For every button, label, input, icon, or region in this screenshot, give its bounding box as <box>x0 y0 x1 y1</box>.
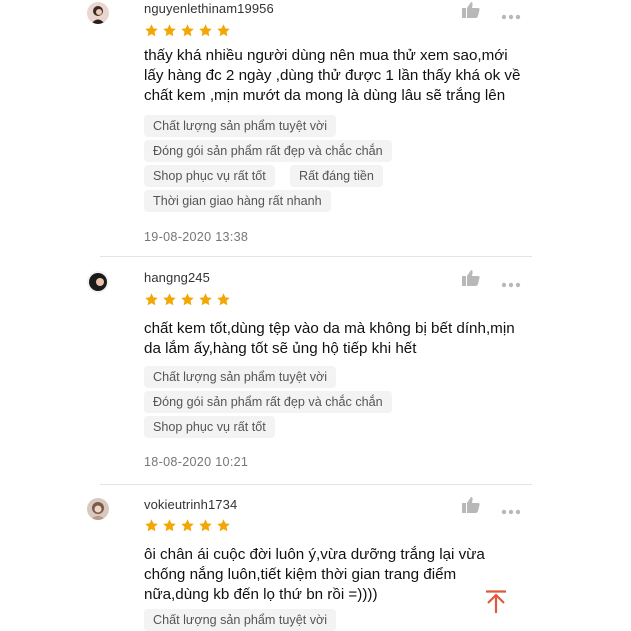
star-icon <box>181 519 194 532</box>
review-tag: Thời gian giao hàng rất nhanh <box>144 190 331 212</box>
review-text-line: chống nắng luôn,tiết kiệm thời gian tran… <box>144 566 457 583</box>
review-text-line: chất kem ,mịn mướt da mong là dùng lâu s… <box>144 87 506 104</box>
review-tag: Chất lượng sản phẩm tuyệt vời <box>144 366 337 388</box>
reviewer-username[interactable]: hangng245 <box>144 270 210 285</box>
star-icon <box>217 24 230 37</box>
star-icon <box>145 24 158 37</box>
star-icon <box>217 519 230 532</box>
like-icon[interactable] <box>462 497 480 513</box>
review-tag: Chất lượng sản phẩm tuyệt vời <box>144 609 337 631</box>
review-text: thấy khá nhiều người dùng nên mua thử xe… <box>144 46 524 106</box>
like-icon[interactable] <box>462 270 480 286</box>
reviewer-username[interactable]: nguyenlethinam19956 <box>144 1 274 16</box>
review-tag: Chất lượng sản phẩm tuyệt vời <box>144 115 337 137</box>
avatar[interactable] <box>87 271 109 293</box>
star-icon <box>163 519 176 532</box>
more-options-icon[interactable] <box>501 502 521 515</box>
review-text: chất kem tốt,dùng tệp vào da mà không bị… <box>144 319 524 359</box>
review-text-line: thấy khá nhiều người dùng nên mua thử xe… <box>144 47 508 64</box>
avatar[interactable] <box>87 498 109 520</box>
star-rating <box>144 518 231 534</box>
scroll-to-top-icon[interactable] <box>485 590 507 614</box>
review-text-line: nữa,dùng kb đến lọ thứ bn rồi =)))) <box>144 586 378 603</box>
review-card: hangng245 chất kem tốt,dùng tệp vào da m… <box>87 268 532 488</box>
star-icon <box>181 293 194 306</box>
review-tag: Đóng gói sản phẩm rất đẹp và chắc chắn <box>144 391 392 413</box>
review-text-line: chất kem tốt,dùng tệp vào da mà không bị… <box>144 320 515 337</box>
reviewer-username[interactable]: vokieutrinh1734 <box>144 497 237 512</box>
divider <box>100 256 532 257</box>
review-text-line: lấy hàng đc 2 ngày ,dùng thử được 1 lần … <box>144 67 521 84</box>
review-date: 19-08-2020 13:38 <box>144 230 249 244</box>
star-icon <box>181 24 194 37</box>
star-icon <box>145 293 158 306</box>
more-options-icon[interactable] <box>501 275 521 288</box>
avatar[interactable] <box>87 2 109 24</box>
review-tag: Shop phục vụ rất tốt <box>144 165 275 187</box>
more-options-icon[interactable] <box>501 7 521 20</box>
review-tag: Rất đáng tiền <box>290 165 383 187</box>
divider <box>100 484 532 485</box>
review-text: ôi chân ái cuộc đời luôn ý,vừa dưỡng trắ… <box>144 545 524 605</box>
star-icon <box>163 293 176 306</box>
review-text-line: da lắm ấy,hàng tốt sẽ ủng hộ tiếp khi hế… <box>144 340 417 357</box>
review-card: vokieutrinh1734 ôi chân ái cuộc đời luôn… <box>87 494 532 631</box>
star-icon <box>217 293 230 306</box>
star-rating <box>144 23 231 39</box>
star-icon <box>199 519 212 532</box>
review-text-line: ôi chân ái cuộc đời luôn ý,vừa dưỡng trắ… <box>144 546 485 563</box>
star-icon <box>199 24 212 37</box>
star-icon <box>163 24 176 37</box>
review-tag: Shop phục vụ rất tốt <box>144 416 275 438</box>
review-tag: Đóng gói sản phẩm rất đẹp và chắc chắn <box>144 140 392 162</box>
review-card: nguyenlethinam19956 thấy khá nhiều người… <box>87 0 532 257</box>
star-icon <box>199 293 212 306</box>
star-icon <box>145 519 158 532</box>
like-icon[interactable] <box>462 2 480 18</box>
star-rating <box>144 292 231 308</box>
review-date: 18-08-2020 10:21 <box>144 455 249 469</box>
